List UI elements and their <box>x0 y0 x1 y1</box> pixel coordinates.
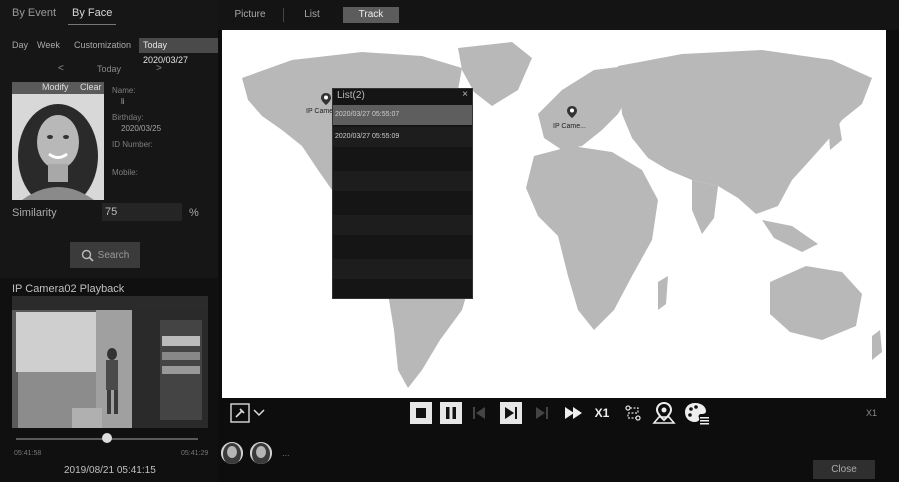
fast-forward-button[interactable] <box>563 401 585 425</box>
map-location-button[interactable] <box>651 401 677 425</box>
tab-by-face[interactable]: By Face <box>72 7 112 19</box>
speed-readout: X1 <box>866 408 878 418</box>
playback-progress-handle[interactable] <box>102 433 112 443</box>
close-button[interactable]: Close <box>813 460 875 479</box>
camera-pin-icon[interactable] <box>321 93 331 105</box>
pause-icon <box>446 407 456 419</box>
skip-end-icon <box>536 407 548 419</box>
camera-pin-icon[interactable] <box>567 106 577 118</box>
tab-picture[interactable]: Picture <box>226 7 274 23</box>
clear-button[interactable]: Clear <box>80 82 102 92</box>
list-popup-title: List(2) <box>337 90 365 101</box>
week-button[interactable]: Week <box>37 38 60 53</box>
more-faces-indicator: ... <box>282 448 290 458</box>
name-value: li <box>121 97 125 106</box>
face-thumbnail[interactable] <box>221 442 243 464</box>
tab-divider <box>283 8 284 22</box>
list-item[interactable]: 2020/03/27 05:55:09 <box>333 127 472 147</box>
skip-back-icon <box>473 407 485 419</box>
today-button[interactable]: Today 2020/03/27 <box>139 38 218 65</box>
prev-frame-button[interactable] <box>470 401 488 425</box>
pin-tool-icon <box>230 403 250 423</box>
name-label: Name: <box>112 86 136 95</box>
birthday-value: 2020/03/25 <box>121 124 162 133</box>
date-label: Today <box>97 64 122 74</box>
pin-tool-button[interactable] <box>229 401 251 425</box>
list-item-empty <box>333 149 472 169</box>
next-segment-button[interactable] <box>533 401 551 425</box>
tab-underline <box>68 24 116 25</box>
dropdown-button[interactable] <box>252 401 266 425</box>
list-item-empty <box>333 259 472 279</box>
tab-list[interactable]: List <box>290 7 334 23</box>
playback-video[interactable] <box>12 296 208 428</box>
face-photo <box>12 94 104 200</box>
track-list-popup: List(2) × 2020/03/27 05:55:07 2020/03/27… <box>332 88 473 299</box>
search-icon <box>81 249 94 262</box>
list-item-empty <box>333 215 472 235</box>
stop-icon <box>416 408 426 418</box>
playback-datetime: 2019/08/21 05:41:15 <box>64 465 156 476</box>
birthday-label: Birthday: <box>112 113 144 122</box>
next-frame-button[interactable] <box>500 402 522 424</box>
playback-end-time: 05:41:29 <box>181 450 209 457</box>
world-map-land <box>242 42 882 388</box>
route-button[interactable] <box>623 401 643 425</box>
photo-header: Modify Clear <box>12 82 104 94</box>
world-map[interactable]: IP Camer IP Came... <box>222 30 886 398</box>
list-item-empty <box>333 171 472 191</box>
search-label: Search <box>97 249 130 261</box>
customization-button[interactable]: Customization <box>74 38 131 53</box>
tab-by-event[interactable]: By Event <box>12 7 56 19</box>
close-icon[interactable]: × <box>462 89 468 100</box>
playback-start-time: 05:41:58 <box>14 450 42 457</box>
route-icon <box>625 405 641 421</box>
tab-track[interactable]: Track <box>343 7 399 23</box>
next-date-button[interactable]: > <box>156 63 162 74</box>
mobile-label: Mobile: <box>112 168 138 177</box>
color-palette-button[interactable] <box>682 401 710 425</box>
day-button[interactable]: Day <box>12 38 28 53</box>
palette-icon <box>685 403 709 425</box>
fast-forward-icon <box>565 407 582 419</box>
map-pin-icon <box>652 402 676 424</box>
stop-button[interactable] <box>410 402 432 424</box>
pause-button[interactable] <box>440 402 462 424</box>
similarity-label: Similarity <box>12 207 57 219</box>
modify-button[interactable]: Modify <box>42 82 69 92</box>
prev-date-button[interactable]: < <box>58 63 64 74</box>
list-item[interactable]: 2020/03/27 05:55:07 <box>333 105 472 125</box>
search-button[interactable]: Search <box>70 242 140 268</box>
speed-button[interactable]: X1 <box>591 401 613 425</box>
playback-title: IP Camera02 Playback <box>12 283 125 295</box>
chevron-down-icon <box>253 409 265 417</box>
list-item-empty <box>333 193 472 213</box>
list-item-empty <box>333 237 472 257</box>
similarity-unit: % <box>189 207 199 219</box>
face-thumbnail[interactable] <box>250 442 272 464</box>
id-number-label: ID Number: <box>112 140 153 149</box>
camera-pin-label: IP Came... <box>553 123 586 130</box>
skip-forward-icon <box>505 407 517 419</box>
left-panel: By Event By Face Day Week Customization … <box>0 0 218 482</box>
similarity-input[interactable]: 75 <box>102 203 182 221</box>
